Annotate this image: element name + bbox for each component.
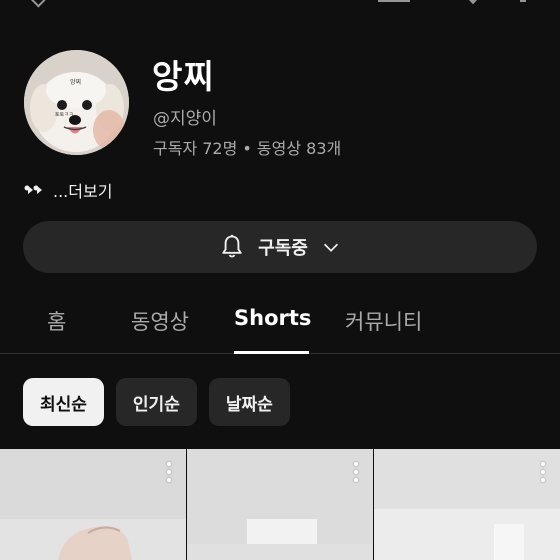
sort-chips: 최신순 인기순 날짜순	[23, 378, 290, 426]
subscribed-button[interactable]: 구독중	[23, 221, 537, 273]
tab-home[interactable]: 홈	[47, 306, 66, 336]
bell-icon	[218, 233, 246, 261]
more-link[interactable]: ...더보기	[53, 178, 112, 202]
cast-icon[interactable]	[378, 0, 410, 2]
active-tab-indicator	[234, 351, 309, 354]
more-vert-icon[interactable]	[166, 462, 172, 484]
chip-oldest[interactable]: 날짜순	[208, 378, 290, 426]
thumbnail-image	[374, 449, 560, 560]
subscribed-label: 구독중	[258, 238, 308, 259]
avatar[interactable]: 앙찌 토토ㅋㅋ	[24, 50, 129, 155]
tab-videos[interactable]: 동영상	[131, 306, 189, 336]
hearts-emoji-icon	[24, 185, 42, 194]
more-vert-icon[interactable]	[540, 462, 546, 484]
tab-community[interactable]: 커뮤니티	[345, 306, 422, 336]
channel-stats: 구독자 72명 • 동영상 83개	[153, 139, 342, 158]
thumbnail-image	[0, 449, 186, 560]
chip-latest[interactable]: 최신순	[23, 378, 104, 426]
tab-shorts[interactable]: Shorts	[234, 306, 311, 330]
channel-description[interactable]: ...더보기	[23, 178, 112, 202]
search-icon[interactable]	[465, 0, 481, 5]
thumbnail-image	[187, 449, 373, 560]
channel-tabs: 홈 동영상 Shorts 커뮤니티	[0, 290, 560, 354]
more-vert-icon[interactable]	[353, 462, 359, 484]
short-thumbnail[interactable]	[187, 449, 373, 560]
back-icon[interactable]	[28, 0, 46, 8]
chip-popular[interactable]: 인기순	[115, 378, 197, 426]
svg-text:토토ㅋㅋ: 토토ㅋㅋ	[55, 112, 73, 118]
status-bar-remnant	[0, 0, 560, 8]
dog-avatar-icon: 앙찌 토토ㅋㅋ	[24, 50, 129, 155]
svg-text:앙찌: 앙찌	[70, 78, 81, 86]
chevron-down-icon	[320, 236, 342, 258]
short-thumbnail[interactable]	[0, 449, 186, 560]
short-thumbnail[interactable]	[374, 449, 560, 560]
more-icon[interactable]	[520, 0, 526, 2]
channel-name: 앙찌	[152, 57, 215, 96]
channel-handle: @지양이	[153, 109, 217, 129]
shorts-grid	[0, 449, 560, 560]
